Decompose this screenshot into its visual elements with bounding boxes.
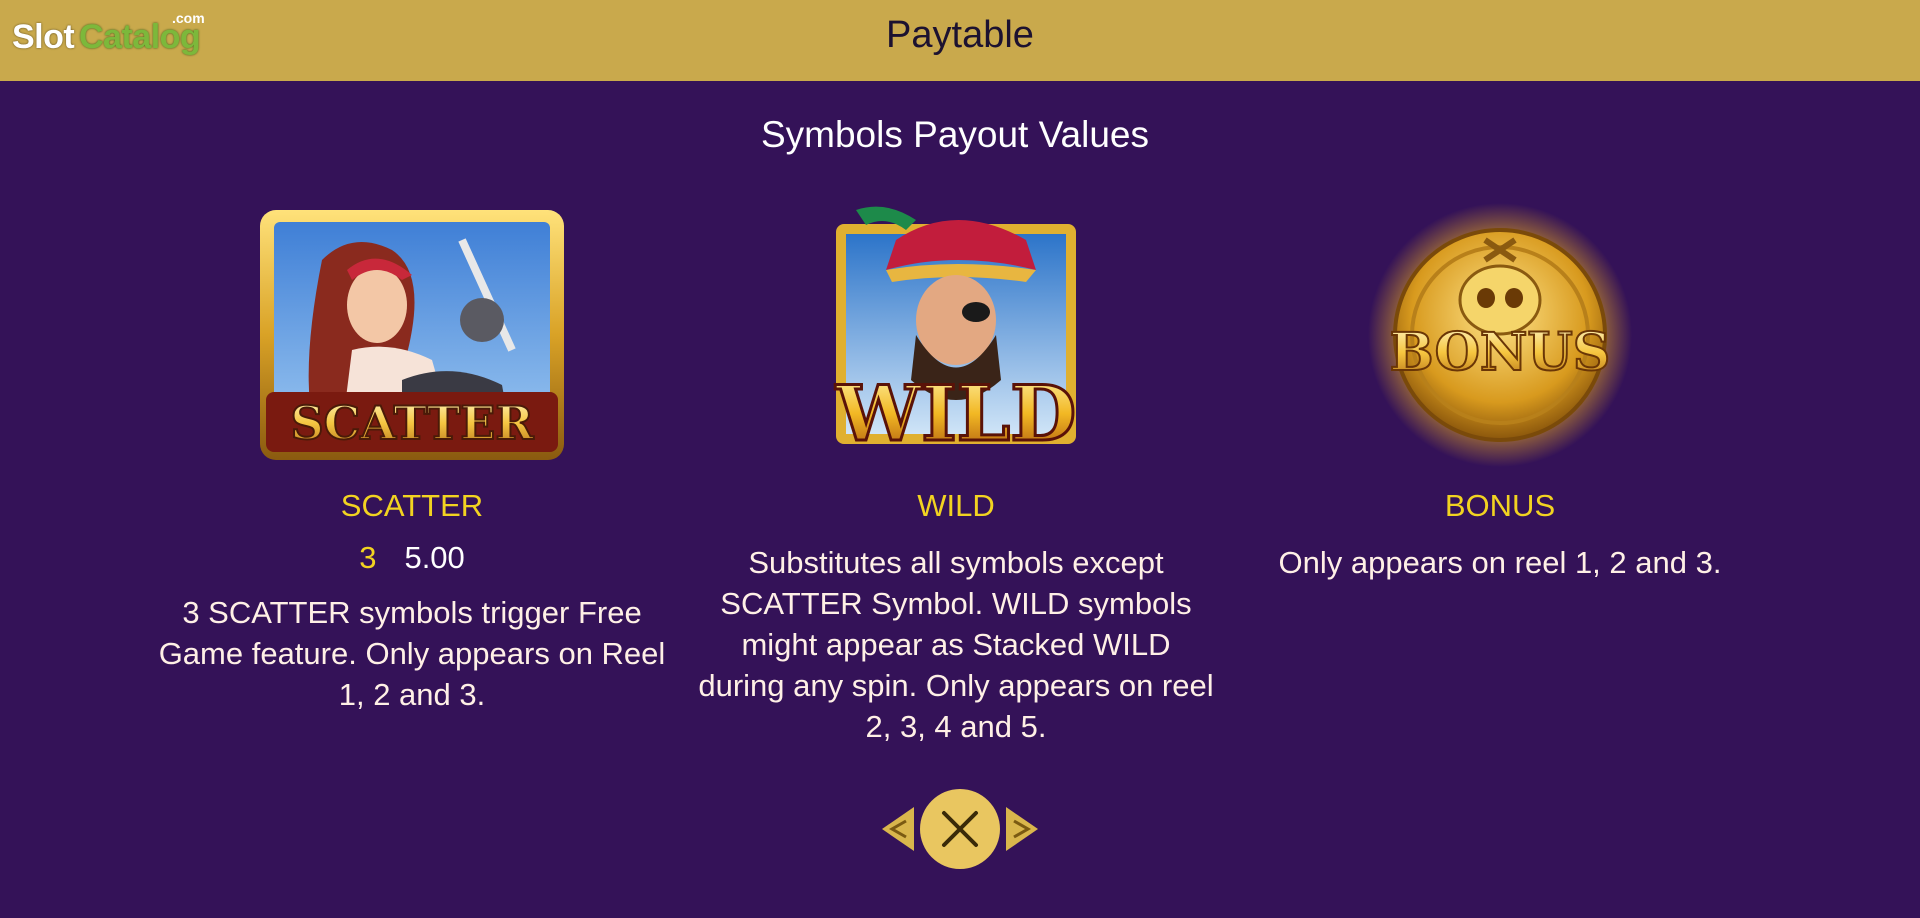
close-icon bbox=[942, 811, 978, 847]
svg-text:BONUS: BONUS bbox=[1390, 322, 1611, 383]
svg-text:WILD: WILD bbox=[835, 369, 1076, 458]
paytable-navigation bbox=[880, 789, 1040, 869]
symbol-card-wild: WILD WILD Substitutes all symbols except… bbox=[696, 200, 1216, 747]
symbol-description: 3 SCATTER symbols trigger Free Game feat… bbox=[158, 595, 666, 712]
chevron-right-icon[interactable] bbox=[1004, 805, 1040, 858]
payout-count: 3 bbox=[359, 540, 377, 575]
bonus-symbol-image: BONUS bbox=[1340, 200, 1660, 470]
payout-value: 5.00 bbox=[404, 540, 465, 575]
scatter-symbol-image: SCATTER bbox=[252, 200, 572, 470]
svg-text:SCATTER: SCATTER bbox=[290, 396, 534, 450]
symbol-description: Substitutes all symbols except SCATTER S… bbox=[698, 545, 1214, 744]
page-title: Paytable bbox=[886, 14, 1034, 56]
header-bar: Slot Catalog .com Paytable bbox=[0, 0, 1920, 81]
symbol-description: Only appears on reel 1, 2 and 3. bbox=[1278, 545, 1722, 580]
wild-symbol-image: WILD bbox=[796, 200, 1116, 470]
symbol-name: SCATTER bbox=[340, 488, 484, 523]
chevron-left-icon[interactable] bbox=[880, 805, 916, 858]
symbol-name: WILD bbox=[917, 488, 995, 523]
symbol-card-scatter: SCATTER SCATTER 3 5.00 3 SCATTER symbols … bbox=[152, 200, 672, 715]
section-subtitle: Symbols Payout Values bbox=[760, 114, 1149, 155]
payout-row: 3 5.00 bbox=[152, 540, 672, 576]
symbol-name: BONUS bbox=[1444, 488, 1556, 523]
symbol-card-bonus: BONUS BONUS Only appears on reel 1, 2 an… bbox=[1240, 200, 1760, 583]
close-button[interactable] bbox=[920, 789, 1000, 869]
